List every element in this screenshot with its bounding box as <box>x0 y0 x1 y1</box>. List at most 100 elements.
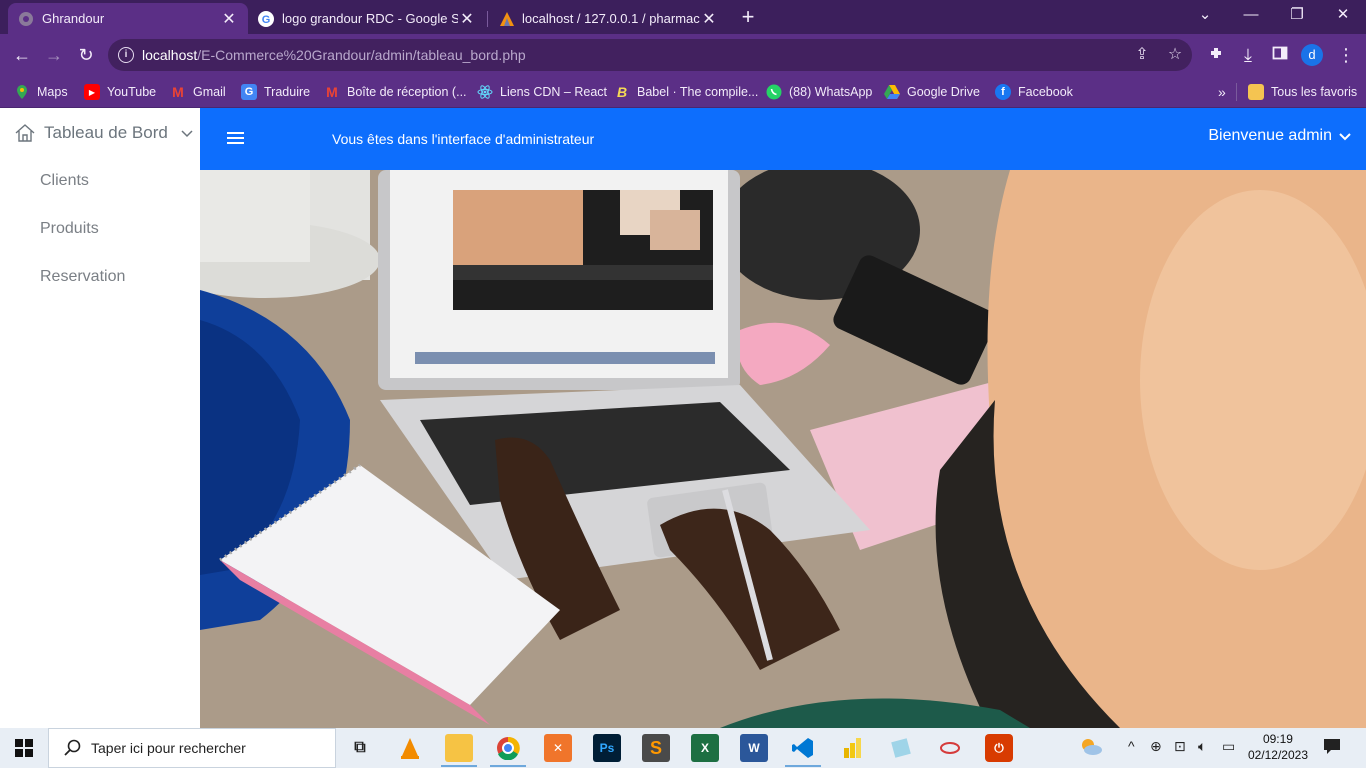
bookmark-babel[interactable]: B Babel · The compile... <box>614 82 758 102</box>
file-explorer-icon[interactable] <box>445 734 473 762</box>
admin-page: Tableau de Bord Clients Produits Reserva… <box>0 108 1366 728</box>
facebook-icon: f <box>995 84 1011 100</box>
vlc-icon[interactable] <box>396 734 424 762</box>
bookmark-traduire[interactable]: G Traduire <box>241 82 310 102</box>
power-bi-icon[interactable] <box>838 734 866 762</box>
search-placeholder: Taper ici pour rechercher <box>91 740 246 756</box>
active-app-indicator <box>441 765 477 767</box>
taskbar-clock[interactable]: 09:19 02/12/2023 <box>1248 731 1308 763</box>
task-view-icon[interactable]: ⧉ <box>346 734 374 762</box>
globe-icon <box>18 11 34 27</box>
bookmark-youtube[interactable]: ▶ YouTube <box>84 82 156 102</box>
site-info-icon[interactable]: i <box>118 47 134 63</box>
more-bookmarks-icon[interactable]: » <box>1218 82 1226 102</box>
sidebar-item-clients[interactable]: Clients <box>40 172 89 190</box>
all-bookmarks-folder[interactable]: Tous les favoris <box>1248 82 1357 102</box>
excel-icon[interactable]: X <box>691 734 719 762</box>
vscode-icon[interactable] <box>789 734 817 762</box>
google-drive-icon <box>884 84 900 100</box>
back-icon[interactable]: ← <box>8 41 36 69</box>
tab-title: localhost / 127.0.0.1 / pharmacie <box>522 11 700 26</box>
tab-search-dropdown-icon[interactable]: ⌄ <box>1182 0 1228 30</box>
show-hidden-icons[interactable]: ^ <box>1128 738 1135 754</box>
windows-taskbar: Taper ici pour rechercher ⧉ ✕ Ps S X W ⏻… <box>0 728 1366 768</box>
bookmark-gmail[interactable]: M Gmail <box>170 82 226 102</box>
network-globe-icon[interactable]: ⊕ <box>1150 738 1162 755</box>
bookmark-whatsapp[interactable]: (88) WhatsApp <box>766 82 872 102</box>
sidebar-item-produits[interactable]: Produits <box>40 220 99 238</box>
bookmark-google-drive[interactable]: Google Drive <box>884 82 980 102</box>
reload-icon[interactable]: ↻ <box>72 41 100 69</box>
tab-title: logo grandour RDC - Google Se <box>282 11 458 26</box>
windows-start-icon[interactable] <box>0 728 48 768</box>
youtube-icon: ▶ <box>84 84 100 100</box>
bookmark-inbox[interactable]: M Boîte de réception (... <box>324 82 466 102</box>
admin-navbar: Vous êtes dans l'interface d'administrat… <box>200 108 1366 170</box>
notepad-icon[interactable] <box>887 734 915 762</box>
bookmark-separator <box>1236 83 1237 101</box>
folder-icon <box>1248 84 1264 100</box>
maximize-icon[interactable]: ❐ <box>1274 0 1320 30</box>
maps-pin-icon <box>14 84 30 100</box>
draw-tool-icon[interactable] <box>936 734 964 762</box>
browser-tab-strip: Ghrandour ✕ G logo grandour RDC - Google… <box>0 0 1366 34</box>
sidebar-title: Tableau de Bord <box>44 123 168 142</box>
weather-icon[interactable] <box>1078 734 1104 763</box>
google-icon: G <box>258 10 274 27</box>
tab-title: Ghrandour <box>42 11 105 26</box>
search-icon <box>64 739 81 756</box>
word-icon[interactable]: W <box>740 734 768 762</box>
tab-ghrandour[interactable]: Ghrandour ✕ <box>8 3 248 34</box>
chevron-down-icon <box>181 130 193 138</box>
extensions-icon[interactable] <box>1202 41 1230 69</box>
address-bar[interactable]: i localhost/E-Commerce%20Grandour/admin/… <box>108 39 1192 71</box>
user-menu-dropdown[interactable]: Bienvenue admin <box>1208 127 1352 145</box>
profile-avatar[interactable]: d <box>1301 44 1323 66</box>
react-icon <box>477 84 493 100</box>
close-tab-icon[interactable]: ✕ <box>458 9 476 29</box>
gmail-icon: M <box>172 84 184 100</box>
notifications-icon[interactable] <box>1322 736 1342 759</box>
bookmark-star-icon[interactable]: ☆ <box>1163 43 1187 67</box>
xampp-icon[interactable]: ✕ <box>544 734 572 762</box>
bookmark-maps[interactable]: Maps <box>14 82 68 102</box>
download-icon[interactable]: ⤓ <box>1234 41 1262 69</box>
home-icon <box>15 124 35 142</box>
sublime-text-icon[interactable]: S <box>642 734 670 762</box>
volume-icon[interactable]: 🔈︎ <box>1198 738 1206 755</box>
chrome-icon[interactable] <box>494 734 522 762</box>
close-tab-icon[interactable]: ✕ <box>700 9 718 29</box>
phpmyadmin-icon <box>498 11 514 27</box>
bookmark-facebook[interactable]: f Facebook <box>995 82 1073 102</box>
admin-interface-message: Vous êtes dans l'interface d'administrat… <box>332 131 595 147</box>
forward-icon[interactable]: → <box>40 41 68 69</box>
bookmark-react-cdn[interactable]: Liens CDN – React <box>477 82 607 102</box>
tab-google-search[interactable]: G logo grandour RDC - Google Se ✕ <box>248 3 486 34</box>
active-app-indicator <box>785 765 821 767</box>
new-tab-button[interactable]: + <box>736 4 760 30</box>
url-text[interactable]: localhost/E-Commerce%20Grandour/admin/ta… <box>142 47 526 63</box>
menu-kebab-icon[interactable]: ⋮ <box>1332 41 1360 69</box>
side-panel-icon[interactable] <box>1266 41 1294 69</box>
clock-time: 09:19 <box>1262 732 1293 746</box>
photoshop-icon[interactable]: Ps <box>593 734 621 762</box>
translate-icon: G <box>241 84 257 100</box>
welcome-label: Bienvenue admin <box>1208 127 1332 144</box>
minimize-icon[interactable]: — <box>1228 0 1274 30</box>
taskbar-search-box[interactable]: Taper ici pour rechercher <box>48 728 336 768</box>
browser-toolbar: ← → ↻ i localhost/E-Commerce%20Grandour/… <box>0 34 1366 76</box>
sidebar-item-reservation[interactable]: Reservation <box>40 268 125 286</box>
whatsapp-icon <box>766 84 782 100</box>
babel-icon: B <box>616 84 628 100</box>
hamburger-menu-icon[interactable] <box>227 132 244 146</box>
battery-icon[interactable]: ▭ <box>1222 738 1235 755</box>
close-window-icon[interactable]: ✕ <box>1320 0 1366 30</box>
close-tab-icon[interactable]: ✕ <box>220 9 238 29</box>
power-app-icon[interactable]: ⏻ <box>985 734 1013 762</box>
share-icon[interactable]: ⇪ <box>1130 43 1154 67</box>
gmail-icon: M <box>326 84 338 100</box>
bookmarks-bar: Maps ▶ YouTube M Gmail G Traduire M Boît… <box>0 76 1366 108</box>
sidebar-dashboard-toggle[interactable]: Tableau de Bord <box>14 122 194 144</box>
meet-now-icon[interactable]: ⊡ <box>1174 738 1186 755</box>
tab-phpmyadmin[interactable]: localhost / 127.0.0.1 / pharmacie ✕ <box>488 3 728 34</box>
